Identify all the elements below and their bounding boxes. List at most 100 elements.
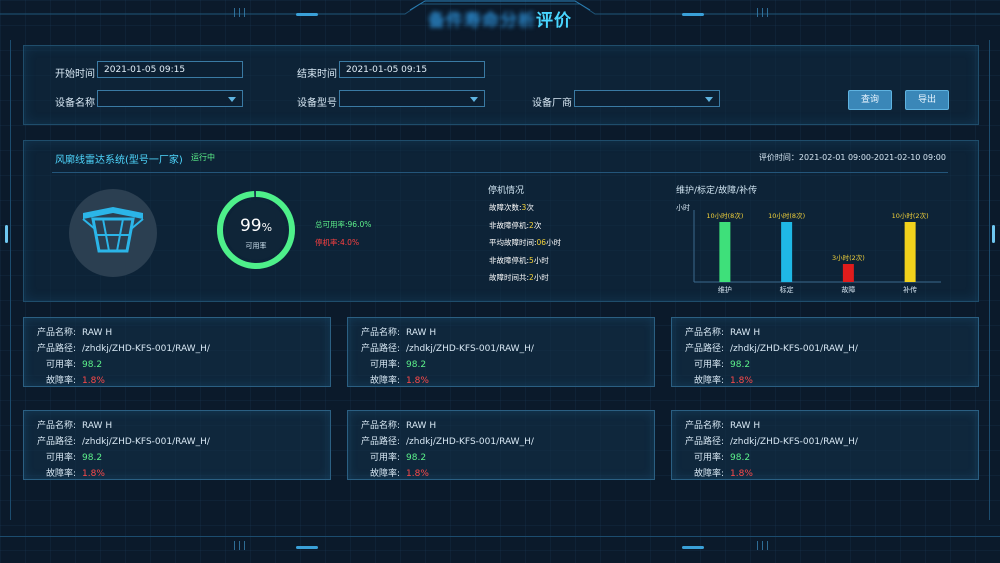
card-field: 产品路径: /zhdkj/ZHD-KFS-001/RAW_H/ xyxy=(24,434,210,447)
right-side-tab xyxy=(992,225,995,243)
system-name: 风廓线雷达系统(型号一厂家) xyxy=(55,155,183,166)
card-field-value: RAW H xyxy=(730,328,761,338)
downtime-key: 故障次数: xyxy=(489,203,522,212)
card-field-key: 故障率: xyxy=(45,469,76,479)
page-title: 备件寿命分析评价 xyxy=(428,11,572,31)
chart-bar xyxy=(781,222,793,282)
card-field-key: 产品名称: xyxy=(360,421,400,431)
end-time-label: 结束时间 xyxy=(297,69,337,80)
product-card: 产品名称: RAW H 产品路径: /zhdkj/ZHD-KFS-001/RAW_H/… xyxy=(347,317,655,387)
product-card: 产品名称: RAW H 产品路径: /zhdkj/ZHD-KFS-001/RAW_H/… xyxy=(671,410,979,480)
header-bars-left: ||| xyxy=(233,8,249,18)
card-field-key: 产品名称: xyxy=(360,328,400,338)
query-button[interactable]: 查询 xyxy=(848,90,892,110)
downtime-row: 非故障停机:2次 xyxy=(489,220,541,231)
card-field-value: 98.2 xyxy=(406,360,427,370)
downtime-rate: 停机率:4.0% xyxy=(315,238,360,247)
footer-bars-left: ||| xyxy=(233,541,249,551)
eval-time: 评价时间：2021-02-01 09:00-2021-02-10 09:00 xyxy=(758,153,946,162)
footer-bars-right: ||| xyxy=(756,541,772,551)
card-field-key: 可用率: xyxy=(693,360,724,370)
card-field-value: 98.2 xyxy=(730,360,751,370)
card-field-key: 产品名称: xyxy=(684,328,724,338)
card-field: 可用率: 98.2 xyxy=(672,357,750,370)
export-button[interactable]: 导出 xyxy=(905,90,949,110)
start-time-label: 开始时间 xyxy=(55,69,95,80)
end-time-input[interactable]: 2021-01-05 09:15 xyxy=(339,61,485,78)
chart-data-label: 3小时(2次) xyxy=(832,253,865,262)
card-field: 产品名称: RAW H xyxy=(672,325,760,338)
card-field-key: 可用率: xyxy=(369,453,400,463)
card-field-key: 产品路径: xyxy=(36,344,76,354)
card-field-value: 98.2 xyxy=(406,453,427,463)
downtime-row: 故障时间共:2小时 xyxy=(489,272,549,283)
chart-bar xyxy=(842,264,854,282)
card-field: 可用率: 98.2 xyxy=(24,450,102,463)
card-field: 产品名称: RAW H xyxy=(24,418,112,431)
card-field: 故障率: 1.8% xyxy=(348,466,429,479)
device-model-select[interactable] xyxy=(339,90,485,107)
card-field-key: 产品路径: xyxy=(360,437,400,447)
availability-gauge: 99% 可用率 xyxy=(214,188,298,272)
downtime-row: 平均故障时间:06小时 xyxy=(489,237,561,248)
product-card: 产品名称: RAW H 产品路径: /zhdkj/ZHD-KFS-001/RAW_H/… xyxy=(671,317,979,387)
device-model-label: 设备型号 xyxy=(297,98,337,109)
card-field: 产品路径: /zhdkj/ZHD-KFS-001/RAW_H/ xyxy=(24,341,210,354)
header-accent-right xyxy=(682,13,704,16)
card-field-value: /zhdkj/ZHD-KFS-001/RAW_H/ xyxy=(406,344,534,354)
left-frame-line xyxy=(10,40,11,520)
card-field: 故障率: 1.8% xyxy=(672,373,753,386)
downtime-key: 非故障停机: xyxy=(489,255,530,265)
card-field-value: /zhdkj/ZHD-KFS-001/RAW_H/ xyxy=(82,344,210,354)
downtime-unit: 小时 xyxy=(546,238,562,247)
device-name-label: 设备名称 xyxy=(55,98,95,109)
card-field: 可用率: 98.2 xyxy=(672,450,750,463)
chart-tick-label: 故障 xyxy=(841,285,855,294)
card-field: 产品名称: RAW H xyxy=(24,325,112,338)
vendor-select[interactable] xyxy=(574,90,720,107)
chart-data-label: 10小时(8次) xyxy=(706,211,743,220)
device-name-select[interactable] xyxy=(97,90,243,107)
card-field-value: 98.2 xyxy=(730,453,751,463)
downtime-unit: 小时 xyxy=(533,273,549,282)
chevron-down-icon xyxy=(470,97,478,102)
card-field: 可用率: 98.2 xyxy=(348,450,426,463)
chevron-down-icon xyxy=(705,97,713,102)
card-field-value: RAW H xyxy=(406,328,437,338)
header-accent-left xyxy=(296,13,318,16)
card-field-key: 故障率: xyxy=(693,376,724,386)
downtime-unit: 小时 xyxy=(533,255,549,265)
chart-data-label: 10小时(2次) xyxy=(892,211,929,220)
downtime-title: 停机情况 xyxy=(488,186,525,196)
card-field-key: 可用率: xyxy=(693,453,724,463)
product-card: 产品名称: RAW H 产品路径: /zhdkj/ZHD-KFS-001/RAW_H/… xyxy=(23,410,331,480)
card-field-value: 98.2 xyxy=(82,360,103,370)
card-field-value: RAW H xyxy=(82,328,113,338)
downtime-unit: 次 xyxy=(533,220,542,230)
product-card: 产品名称: RAW H 产品路径: /zhdkj/ZHD-KFS-001/RAW_H/… xyxy=(23,317,331,387)
card-field-key: 故障率: xyxy=(45,376,76,386)
card-field-value: 1.8% xyxy=(730,469,753,479)
card-field: 可用率: 98.2 xyxy=(348,357,426,370)
card-field-key: 产品名称: xyxy=(36,328,76,338)
card-field-key: 可用率: xyxy=(369,360,400,370)
start-time-input[interactable]: 2021-01-05 09:15 xyxy=(97,61,243,78)
card-field-key: 产品名称: xyxy=(36,421,76,431)
card-field-value: /zhdkj/ZHD-KFS-001/RAW_H/ xyxy=(730,437,858,447)
card-field: 可用率: 98.2 xyxy=(24,357,102,370)
card-field-key: 故障率: xyxy=(369,376,400,386)
downtime-row: 非故障停机:5小时 xyxy=(489,255,549,266)
downtime-unit: 次 xyxy=(526,203,534,212)
card-field: 产品名称: RAW H xyxy=(672,418,760,431)
chart-y-unit: 小时 xyxy=(676,203,690,212)
card-field-key: 可用率: xyxy=(45,360,76,370)
card-field: 产品路径: /zhdkj/ZHD-KFS-001/RAW_H/ xyxy=(348,434,534,447)
status-badge: 运行中 xyxy=(191,153,215,162)
card-field-value: /zhdkj/ZHD-KFS-001/RAW_H/ xyxy=(406,437,534,447)
maint-bar-chart: 小时 10小时(8次) 维护 10小时(8次) 标定 3小时(2次) 故障 10小时(2次) 补… xyxy=(676,203,941,294)
card-field-value: /zhdkj/ZHD-KFS-001/RAW_H/ xyxy=(82,437,210,447)
downtime-key: 非故障停机: xyxy=(489,220,530,230)
card-field-value: 1.8% xyxy=(82,469,105,479)
right-frame-line xyxy=(989,40,990,520)
filter-panel xyxy=(23,45,979,125)
